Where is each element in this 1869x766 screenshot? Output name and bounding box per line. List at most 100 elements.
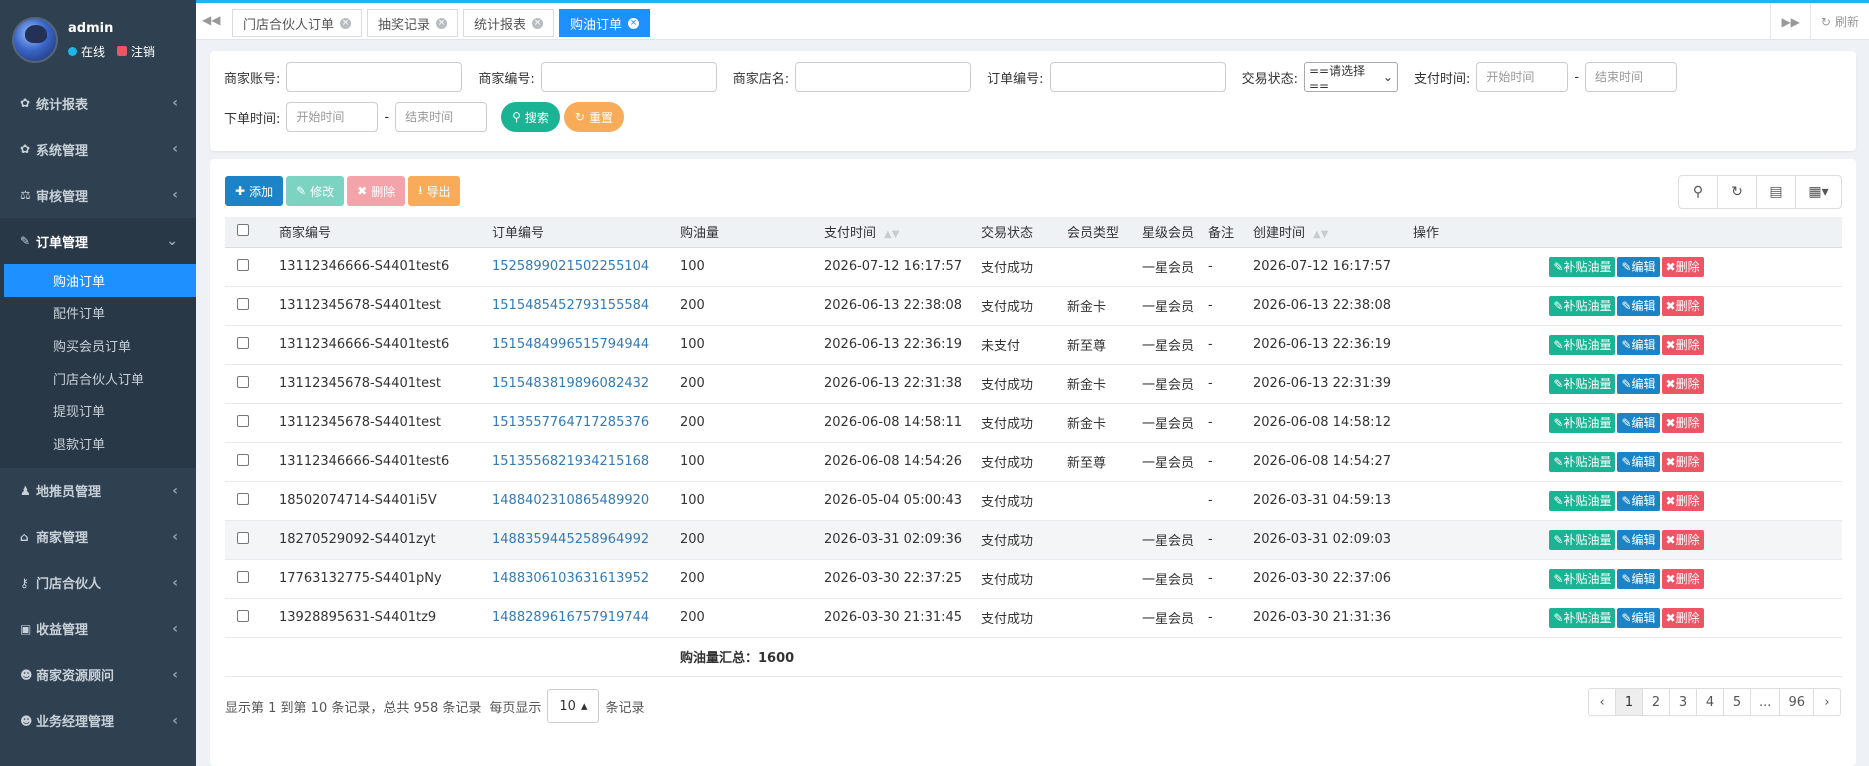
delete-button[interactable]: ✖ 删除: [347, 176, 406, 206]
row-edit-button[interactable]: ✎编辑: [1617, 490, 1660, 511]
row-delete-button[interactable]: ✖删除: [1661, 568, 1704, 589]
table-row[interactable]: 18270529092-S4401zyt 1488359445258964992 2…: [225, 520, 1842, 560]
row-edit-button[interactable]: ✎编辑: [1617, 607, 1660, 628]
page-number[interactable]: 2: [1642, 688, 1671, 716]
table-toggle-view-button[interactable]: ▤: [1757, 176, 1796, 208]
table-row[interactable]: 13112346666-S4401test6 152589902150225510…: [225, 247, 1842, 287]
sidebar-item-sidebar.items1[interactable]: ✿ 系统管理 ‹: [0, 126, 196, 172]
col-status[interactable]: 交易状态: [971, 217, 1057, 248]
reset-button[interactable]: ↻ 重置: [563, 102, 624, 132]
pay-time-start-input[interactable]: 开始时间: [1476, 62, 1569, 92]
order-link[interactable]: 1488402310865489920: [492, 493, 649, 508]
row-checkbox[interactable]: [237, 414, 249, 427]
close-icon[interactable]: ×: [340, 17, 352, 29]
topup-oil-button[interactable]: ✎补贴油量: [1549, 607, 1616, 628]
order-link[interactable]: 1515485452793155584: [492, 298, 649, 313]
table-search-button[interactable]: ⚲: [1679, 176, 1718, 208]
table-row[interactable]: 13112345678-S4401test 1515485452793155584…: [225, 286, 1842, 326]
col-created[interactable]: 创建时间 ▲▼: [1243, 217, 1413, 248]
table-columns-button[interactable]: ▦▾: [1796, 176, 1841, 208]
row-edit-button[interactable]: ✎编辑: [1617, 451, 1660, 472]
merchant-account-input[interactable]: [286, 62, 463, 92]
col-pay-time[interactable]: 支付时间 ▲▼: [814, 217, 971, 248]
order-link[interactable]: 1488306103631613952: [492, 571, 649, 586]
page-number[interactable]: 3: [1669, 688, 1698, 716]
sidebar-item-sidebar.items2[interactable]: ⚖ 审核管理 ‹: [0, 172, 196, 218]
logout-link[interactable]: 注销: [131, 43, 155, 60]
order-no-input[interactable]: [1049, 62, 1226, 92]
table-row[interactable]: 13928895631-S4401tz9 1488289616757919744 2…: [225, 598, 1842, 638]
submenu-item[interactable]: 退款订单: [0, 427, 196, 460]
close-icon[interactable]: ×: [436, 17, 448, 29]
col-order-no[interactable]: 订单编号: [482, 217, 670, 248]
row-checkbox[interactable]: [237, 531, 249, 544]
row-edit-button[interactable]: ✎编辑: [1617, 373, 1660, 394]
order-link[interactable]: 1488359445258964992: [492, 532, 649, 547]
order-time-end-input[interactable]: 结束时间: [395, 102, 488, 132]
topup-oil-button[interactable]: ✎补贴油量: [1549, 373, 1616, 394]
sidebar-item-sidebar.items_after5[interactable]: ☻ 业务经理管理 ‹: [0, 698, 196, 744]
sidebar-item-sidebar.items_after0[interactable]: ♟ 地推员管理 ‹: [0, 468, 196, 514]
submenu-item[interactable]: 门店合伙人订单: [0, 362, 196, 395]
row-checkbox[interactable]: [237, 492, 249, 505]
order-link[interactable]: 1515484996515794944: [492, 337, 649, 352]
merchant-no-input[interactable]: [540, 62, 717, 92]
row-checkbox[interactable]: [237, 570, 249, 583]
pay-time-end-input[interactable]: 结束时间: [1585, 62, 1678, 92]
tab-scroll-left-icon[interactable]: ◀◀: [202, 13, 220, 27]
topup-oil-button[interactable]: ✎补贴油量: [1549, 295, 1616, 316]
tab-1[interactable]: 抽奖记录 ×: [367, 9, 459, 37]
sidebar-item-sidebar.items_after3[interactable]: ▣ 收益管理 ‹: [0, 606, 196, 652]
topup-oil-button[interactable]: ✎补贴油量: [1549, 412, 1616, 433]
col-merchant-no[interactable]: 商家编号: [269, 217, 482, 248]
row-delete-button[interactable]: ✖删除: [1661, 334, 1704, 355]
order-link[interactable]: 1488289616757919744: [492, 610, 649, 625]
tab-3[interactable]: 购油订单 ×: [559, 9, 651, 37]
row-edit-button[interactable]: ✎编辑: [1617, 529, 1660, 550]
sidebar-item-sidebar.items_after4[interactable]: ☻ 商家资源顾问 ‹: [0, 652, 196, 698]
row-edit-button[interactable]: ✎编辑: [1617, 256, 1660, 277]
page-number[interactable]: ...: [1750, 688, 1781, 716]
order-link[interactable]: 1525899021502255104: [492, 259, 649, 274]
col-note[interactable]: 备注: [1198, 217, 1243, 248]
tab-scroll-right-icon[interactable]: ▶▶: [1770, 3, 1809, 40]
row-edit-button[interactable]: ✎编辑: [1617, 568, 1660, 589]
topup-oil-button[interactable]: ✎补贴油量: [1549, 568, 1616, 589]
close-icon[interactable]: ×: [532, 17, 544, 29]
row-checkbox[interactable]: [237, 453, 249, 466]
row-edit-button[interactable]: ✎编辑: [1617, 412, 1660, 433]
topup-oil-button[interactable]: ✎补贴油量: [1549, 529, 1616, 550]
export-button[interactable]: ⭳ 导出: [408, 176, 461, 206]
table-row[interactable]: 17763132775-S4401pNy 1488306103631613952 2…: [225, 559, 1842, 599]
row-edit-button[interactable]: ✎编辑: [1617, 295, 1660, 316]
col-member-type[interactable]: 会员类型: [1057, 217, 1132, 248]
tab-2[interactable]: 统计报表 ×: [463, 9, 555, 37]
refresh-button[interactable]: ↻ 刷新: [1809, 3, 1869, 40]
table-row[interactable]: 18502074714-S4401i5V 1488402310865489920 1…: [225, 481, 1842, 521]
col-star[interactable]: 星级会员: [1132, 217, 1198, 248]
close-icon[interactable]: ×: [628, 17, 640, 29]
sidebar-item-sidebar.items_after2[interactable]: ⚷ 门店合伙人 ‹: [0, 560, 196, 606]
row-delete-button[interactable]: ✖删除: [1661, 529, 1704, 550]
table-row[interactable]: 13112346666-S4401test6 151355682193421516…: [225, 442, 1842, 482]
logout-icon[interactable]: [117, 46, 128, 56]
table-row[interactable]: 13112345678-S4401test 1515483819896082432…: [225, 364, 1842, 404]
row-edit-button[interactable]: ✎编辑: [1617, 334, 1660, 355]
sidebar-item-sidebar.items0[interactable]: ✿ 统计报表 ‹: [0, 80, 196, 126]
row-checkbox[interactable]: [237, 336, 249, 349]
trade-status-select[interactable]: ==请选择== ⌄: [1303, 62, 1398, 93]
row-checkbox[interactable]: [237, 375, 249, 388]
row-checkbox[interactable]: [237, 258, 249, 271]
store-name-input[interactable]: [795, 62, 972, 92]
topup-oil-button[interactable]: ✎补贴油量: [1549, 334, 1616, 355]
topup-oil-button[interactable]: ✎补贴油量: [1549, 256, 1616, 277]
row-delete-button[interactable]: ✖删除: [1661, 451, 1704, 472]
order-link[interactable]: 1515483819896082432: [492, 376, 649, 391]
row-delete-button[interactable]: ✖删除: [1661, 295, 1704, 316]
page-number[interactable]: 4: [1696, 688, 1725, 716]
row-checkbox[interactable]: [237, 297, 249, 310]
submenu-item[interactable]: 购油订单: [4, 264, 196, 297]
row-delete-button[interactable]: ✖删除: [1661, 373, 1704, 394]
page-next[interactable]: ›: [1813, 688, 1841, 716]
page-number[interactable]: 96: [1779, 688, 1814, 716]
